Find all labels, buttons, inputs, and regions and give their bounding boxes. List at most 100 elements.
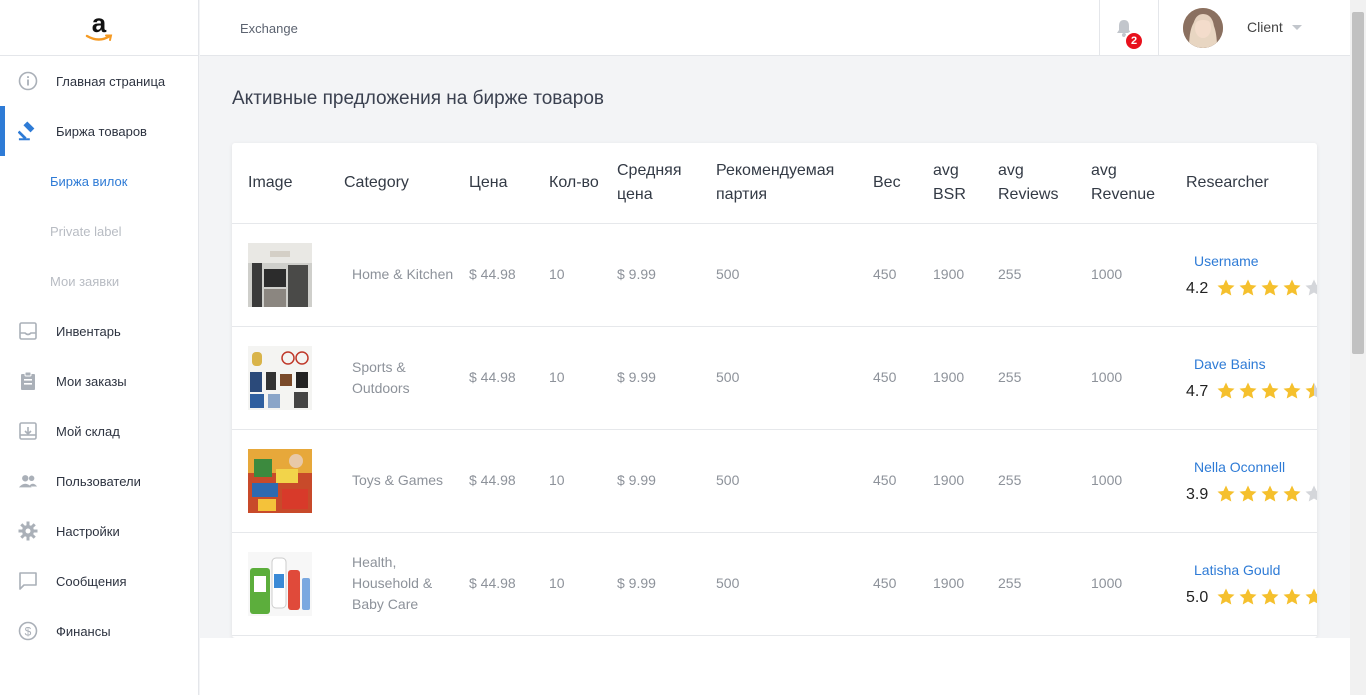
batch-cell: 500 [716, 326, 873, 430]
gear-icon [18, 521, 38, 541]
sidebar-item-label: Пользователи [56, 473, 141, 489]
sidebar: a Главная страница Биржа товаров Биржа в… [0, 0, 199, 695]
table-row[interactable]: Health, Household & Baby Care $ 44.98 10… [232, 532, 1317, 636]
sidebar-subitem-private-label[interactable]: Private label [0, 206, 198, 256]
user-menu-name[interactable]: Client [1247, 19, 1283, 35]
column-header[interactable]: Кол-во [549, 143, 617, 224]
column-header[interactable]: avg Reviews [998, 143, 1091, 224]
price-cell: $ 44.98 [469, 532, 549, 636]
star-icon [1305, 588, 1317, 605]
star-icon [1239, 588, 1257, 605]
avg-price-cell: $ 9.99 [617, 326, 716, 430]
column-header[interactable]: Image [232, 143, 344, 224]
sidebar-nav: Главная страница Биржа товаров Биржа вил… [0, 56, 198, 656]
sidebar-item-finance[interactable]: $ Финансы [0, 606, 198, 656]
revenue-cell: 1000 [1091, 429, 1186, 533]
reviews-cell: 255 [998, 532, 1091, 636]
amazon-logo[interactable]: a [82, 8, 116, 45]
star-icon [1283, 588, 1301, 605]
qty-cell: 10 [549, 326, 617, 430]
page-title: Активные предложения на бирже товаров [232, 88, 604, 109]
clipboard-icon [18, 371, 38, 391]
chevron-down-icon[interactable] [1292, 25, 1302, 30]
star-icon [1239, 485, 1257, 502]
logo-letter: a [91, 8, 107, 38]
star-icon [1217, 588, 1235, 605]
qty-cell: 10 [549, 223, 617, 327]
column-header[interactable]: Цена [469, 143, 549, 224]
page-scrollbar[interactable] [1350, 0, 1366, 695]
product-image[interactable] [248, 448, 344, 513]
rating-value: 5.0 [1186, 588, 1209, 606]
sidebar-item-home[interactable]: Главная страница [0, 56, 198, 106]
star-icon [1305, 382, 1317, 399]
message-icon [18, 571, 38, 591]
star-icon [1217, 279, 1235, 296]
svg-text:$: $ [25, 625, 32, 639]
bsr-cell: 1900 [933, 326, 998, 430]
rating-value: 3.9 [1186, 485, 1209, 503]
product-image-cell [232, 429, 344, 533]
researcher-link[interactable]: Latisha Gould [1194, 560, 1317, 581]
bsr-cell: 1900 [933, 532, 998, 636]
product-image[interactable] [248, 242, 344, 307]
sidebar-item-users[interactable]: Пользователи [0, 456, 198, 506]
product-image[interactable] [248, 345, 344, 410]
sidebar-subitem-fork-exchange[interactable]: Биржа вилок [0, 156, 198, 206]
star-icon [1239, 382, 1257, 399]
researcher-link[interactable]: Nella Oconnell [1194, 457, 1317, 478]
column-header[interactable]: Средняя цена [617, 143, 716, 224]
product-image-cell [232, 223, 344, 327]
avg-price-cell: $ 9.99 [617, 532, 716, 636]
reviews-cell: 255 [998, 326, 1091, 430]
avatar[interactable] [1183, 8, 1223, 48]
archive-icon [18, 421, 38, 441]
revenue-cell: 1000 [1091, 223, 1186, 327]
column-header[interactable]: avg BSR [933, 143, 998, 224]
star-icon [1239, 279, 1257, 296]
offers-table-card: Image Category Цена Кол-во Средняя цена … [232, 143, 1317, 638]
column-header[interactable]: Category [344, 143, 469, 224]
sidebar-item-label: Инвентарь [56, 323, 121, 339]
product-image-cell [232, 532, 344, 636]
table-row[interactable]: Home & Kitchen $ 44.98 10 $ 9.99 500 450… [232, 223, 1317, 327]
sidebar-item-orders[interactable]: Мои заказы [0, 356, 198, 406]
category-cell: Health, Household & Baby Care [344, 532, 469, 636]
product-image[interactable] [248, 551, 344, 616]
sidebar-item-settings[interactable]: Настройки [0, 506, 198, 556]
sidebar-item-exchange[interactable]: Биржа товаров [0, 106, 198, 156]
sidebar-subitem-my-requests[interactable]: Мои заявки [0, 256, 198, 306]
offers-table: Image Category Цена Кол-во Средняя цена … [232, 143, 1317, 636]
researcher-rating: 5.0 [1186, 587, 1317, 608]
weight-cell: 450 [873, 223, 933, 327]
notification-count-badge: 2 [1124, 31, 1144, 51]
notifications-button[interactable]: 2 [1099, 0, 1159, 56]
sidebar-item-messages[interactable]: Сообщения [0, 556, 198, 606]
researcher-link[interactable]: Username [1194, 251, 1317, 272]
rating-value: 4.2 [1186, 279, 1209, 297]
dollar-icon: $ [18, 621, 38, 641]
column-header[interactable]: Рекомендуемая партия [716, 143, 873, 224]
table-row[interactable]: Sports & Outdoors $ 44.98 10 $ 9.99 500 … [232, 326, 1317, 430]
bsr-cell: 1900 [933, 429, 998, 533]
price-cell: $ 44.98 [469, 326, 549, 430]
bsr-cell: 1900 [933, 223, 998, 327]
scrollbar-thumb[interactable] [1352, 12, 1364, 354]
researcher-cell: Nella Oconnell 3.9 [1186, 429, 1317, 533]
table-row[interactable]: Toys & Games $ 44.98 10 $ 9.99 500 450 1… [232, 429, 1317, 533]
star-icon [1305, 485, 1317, 502]
breadcrumb[interactable]: Exchange [240, 21, 298, 36]
table-header-row: Image Category Цена Кол-во Средняя цена … [232, 143, 1317, 224]
column-header[interactable]: avg Revenue [1091, 143, 1186, 224]
sidebar-item-label: Настройки [56, 523, 120, 539]
column-header[interactable]: Researcher [1186, 143, 1317, 224]
column-header[interactable]: Вес [873, 143, 933, 224]
batch-cell: 500 [716, 532, 873, 636]
weight-cell: 450 [873, 326, 933, 430]
star-icon [1283, 382, 1301, 399]
researcher-rating: 4.7 [1186, 381, 1317, 402]
researcher-link[interactable]: Dave Bains [1194, 354, 1317, 375]
sidebar-item-warehouse[interactable]: Мой склад [0, 406, 198, 456]
sidebar-item-inventory[interactable]: Инвентарь [0, 306, 198, 356]
top-bar: Exchange 2 Client [200, 0, 1350, 56]
